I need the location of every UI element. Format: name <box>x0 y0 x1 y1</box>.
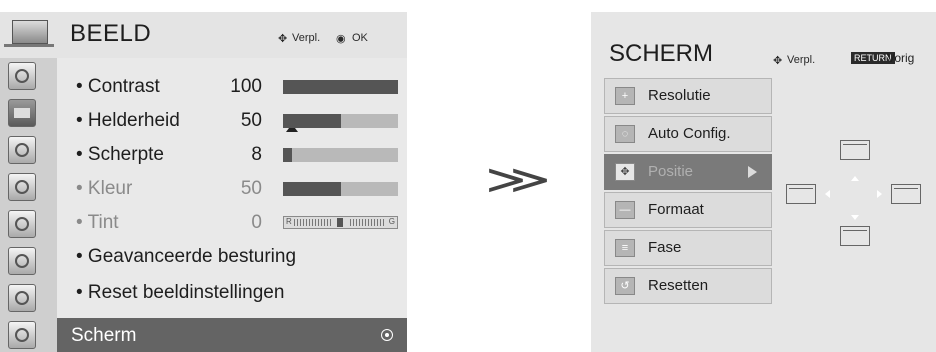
clock-category-icon[interactable] <box>8 173 36 201</box>
advanced-control-item[interactable]: • Geavanceerde besturing <box>76 246 296 268</box>
ok-hint-icon: ◉ <box>336 33 346 45</box>
reset-label: Resetten <box>648 277 709 294</box>
screen-menu-title: SCHERM <box>609 40 714 67</box>
screen-menu-item[interactable]: Scherm <box>57 318 407 352</box>
color-value: 50 <box>240 178 262 199</box>
right-arrow-icon[interactable] <box>877 190 882 198</box>
sharpness-label[interactable]: • Scherpte <box>76 144 164 166</box>
move-hint-icon: ✥ <box>278 33 288 45</box>
tint-label[interactable]: • Tint <box>76 212 119 234</box>
phase-label: Fase <box>648 239 682 256</box>
input-category-icon[interactable] <box>8 284 36 312</box>
category-sidebar <box>0 58 57 352</box>
move-hint-icon: ✥ <box>773 55 783 67</box>
reset-item[interactable]: ↺ Resetten <box>604 268 772 304</box>
position-bottom-box[interactable] <box>840 226 870 246</box>
reset-icon: ↺ <box>615 277 635 295</box>
resolution-label: Resolutie <box>648 87 711 104</box>
picture-menu-header: BEELD ✥ Verpl. ◉ OK <box>0 12 407 58</box>
phase-item[interactable]: ≡ Fase <box>604 230 772 266</box>
color-bar[interactable] <box>283 182 398 196</box>
sharpness-value: 8 <box>251 144 262 165</box>
reset-picture-item[interactable]: • Reset beeldinstellingen <box>76 282 284 304</box>
resolution-item[interactable]: + Resolutie <box>604 78 772 114</box>
tv-icon <box>12 20 48 44</box>
phase-icon: ≡ <box>615 239 635 257</box>
tint-marker <box>337 218 343 227</box>
size-item[interactable]: — Formaat <box>604 192 772 228</box>
tint-ticks-right <box>350 219 386 226</box>
tint-red-letter: R <box>286 217 292 226</box>
tv-screen-category-icon[interactable] <box>8 99 36 127</box>
size-icon: — <box>615 201 635 219</box>
contrast-label[interactable]: • Contrast <box>76 76 160 98</box>
contrast-value: 100 <box>230 76 262 97</box>
lock-alt-category-icon[interactable] <box>8 247 36 275</box>
select-radio-icon <box>381 329 393 341</box>
position-label: Positie <box>648 163 694 180</box>
transition-arrow-icon: ≫ <box>484 157 552 203</box>
tint-green-letter: G <box>388 217 395 226</box>
tv-stand-icon <box>4 44 54 47</box>
settings-category-icon[interactable] <box>8 321 36 349</box>
plus-icon: + <box>615 87 635 105</box>
auto-config-icon: ◌ <box>615 125 635 143</box>
down-arrow-icon[interactable] <box>851 215 859 220</box>
brightness-bar[interactable] <box>283 114 398 128</box>
position-top-box[interactable] <box>840 140 870 160</box>
contrast-bar[interactable] <box>283 80 398 94</box>
move-hint-label: Verpl. <box>292 32 321 44</box>
sharpness-bar[interactable] <box>283 148 398 162</box>
brightness-label[interactable]: • Helderheid <box>76 110 180 132</box>
return-label: Vorig <box>887 51 915 65</box>
ok-hint-label: OK <box>352 32 368 44</box>
move-hint-label: Verpl. <box>787 54 816 66</box>
brightness-value: 50 <box>240 110 262 131</box>
submenu-arrow-icon <box>748 166 757 178</box>
auto-config-item[interactable]: ◌ Auto Config. <box>604 116 772 152</box>
speaker-category-icon[interactable] <box>8 136 36 164</box>
picture-category-icon[interactable] <box>8 62 36 90</box>
screen-options-list: + Resolutie ◌ Auto Config. ✥ Positie — F… <box>604 78 772 306</box>
screen-menu-label: Scherm <box>71 325 137 346</box>
screen-menu-panel: SCHERM ✥ Verpl. RETURN Vorig + Resolutie… <box>591 12 936 352</box>
position-left-box[interactable] <box>786 184 816 204</box>
tint-value: 0 <box>251 212 262 233</box>
left-arrow-icon[interactable] <box>825 190 830 198</box>
move-icon: ✥ <box>615 163 635 181</box>
size-label: Formaat <box>648 201 704 218</box>
tint-bar[interactable]: R G <box>283 216 398 229</box>
picture-menu-title: BEELD <box>70 20 152 47</box>
lock-category-icon[interactable] <box>8 210 36 238</box>
position-item[interactable]: ✥ Positie <box>604 154 772 190</box>
auto-config-label: Auto Config. <box>648 125 731 142</box>
up-arrow-icon[interactable] <box>851 176 859 181</box>
position-right-box[interactable] <box>891 184 921 204</box>
tint-ticks-left <box>294 219 332 226</box>
color-label[interactable]: • Kleur <box>76 178 132 200</box>
